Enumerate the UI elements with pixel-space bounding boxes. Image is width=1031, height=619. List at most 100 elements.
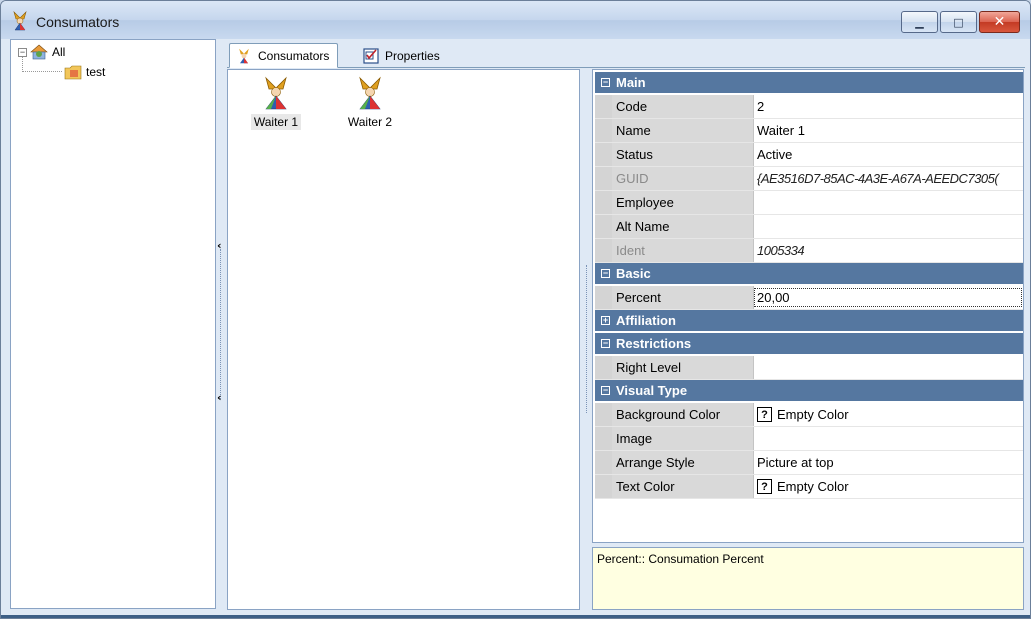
prop-right-level[interactable]: Right Level: [595, 356, 1023, 380]
prop-value: Empty Color: [777, 407, 849, 422]
prop-name-row[interactable]: Name Waiter 1: [595, 119, 1023, 143]
prop-value[interactable]: Waiter 1: [754, 119, 1023, 142]
collapse-icon[interactable]: −: [18, 47, 27, 57]
middle-splitter[interactable]: [582, 259, 592, 419]
property-description: Percent:: Consumation Percent: [592, 547, 1024, 610]
prop-name: Ident: [612, 239, 754, 262]
collapse-icon[interactable]: −: [601, 386, 610, 395]
home-group-icon: [30, 44, 48, 60]
prop-name: GUID: [612, 167, 754, 190]
consumator-icon: [239, 48, 249, 63]
collapse-left-icon[interactable]: ‹: [217, 391, 222, 404]
prop-arrange-style[interactable]: Arrange Style Picture at top: [595, 451, 1023, 475]
prop-value: {AE3516D7-85AC-4A3E-A67A-AEEDC7305(: [754, 167, 1023, 190]
tree-node-test[interactable]: test: [64, 63, 105, 81]
tree-node-label: test: [86, 65, 106, 79]
prop-ident[interactable]: Ident 1005334: [595, 239, 1023, 263]
prop-code[interactable]: Code 2: [595, 95, 1023, 119]
prop-guid[interactable]: GUID {AE3516D7-85AC-4A3E-A67A-AEEDC7305(: [595, 167, 1023, 191]
prop-value-cell[interactable]: ? Empty Color: [754, 475, 1023, 498]
category-label: Main: [616, 75, 646, 90]
prop-value[interactable]: 2: [754, 95, 1023, 118]
list-item[interactable]: Waiter 1: [247, 76, 305, 130]
description-text: Percent:: Consumation Percent: [597, 552, 764, 566]
maximize-icon: □: [953, 15, 964, 29]
prop-name: Right Level: [612, 356, 754, 379]
collapse-left-icon[interactable]: ‹: [217, 239, 222, 252]
category-restrictions[interactable]: − Restrictions: [595, 333, 1023, 355]
category-main[interactable]: − Main: [595, 72, 1023, 94]
list-item[interactable]: Waiter 2: [341, 76, 399, 130]
prop-employee[interactable]: Employee: [595, 191, 1023, 215]
minimize-button[interactable]: ▁: [901, 11, 938, 33]
collapse-icon[interactable]: −: [601, 269, 610, 278]
category-label: Visual Type: [616, 383, 688, 398]
collapse-icon[interactable]: −: [601, 78, 610, 87]
list-item-label: Waiter 2: [347, 115, 393, 129]
prop-value[interactable]: [754, 427, 1023, 450]
prop-status[interactable]: Status Active: [595, 143, 1023, 167]
left-splitter[interactable]: ‹ ‹: [216, 239, 226, 409]
category-visual-type[interactable]: − Visual Type: [595, 380, 1023, 402]
group-tree[interactable]: − All test: [10, 39, 216, 609]
prop-value[interactable]: Active: [754, 143, 1023, 166]
folder-icon: [64, 65, 82, 80]
property-grid[interactable]: − Main Code 2 Name Waiter 1 Status Activ…: [592, 69, 1024, 543]
category-label: Restrictions: [616, 336, 692, 351]
close-icon: ✕: [993, 14, 1006, 30]
waiter-icon: [265, 76, 287, 110]
prop-name: Percent: [612, 286, 754, 309]
prop-alt-name[interactable]: Alt Name: [595, 215, 1023, 239]
prop-name: Image: [612, 427, 754, 450]
client-area: − All test ‹ ‹ Consumators Properties Wa…: [8, 39, 1025, 611]
properties-icon: [363, 47, 379, 64]
prop-value: Empty Color: [777, 479, 849, 494]
consumator-icon: [13, 11, 27, 31]
prop-name: Name: [612, 119, 754, 142]
category-basic[interactable]: − Basic: [595, 263, 1023, 285]
list-item-label: Waiter 1: [250, 114, 302, 130]
tab-strip: Consumators Properties: [227, 40, 1025, 68]
minimize-icon: ▁: [915, 15, 924, 29]
app-window: Consumators ▁ □ ✕ − All test ‹ ‹ Consuma…: [0, 0, 1031, 619]
prop-value[interactable]: [754, 191, 1023, 214]
percent-input[interactable]: 20,00: [754, 288, 1022, 307]
waiter-icon: [359, 76, 381, 110]
prop-image[interactable]: Image: [595, 427, 1023, 451]
close-button[interactable]: ✕: [979, 11, 1020, 33]
prop-value[interactable]: Picture at top: [754, 451, 1023, 474]
prop-name: Background Color: [612, 403, 754, 426]
category-label: Affiliation: [616, 313, 676, 328]
prop-name: Code: [612, 95, 754, 118]
tab-consumators[interactable]: Consumators: [229, 43, 339, 68]
tree-node-label: All: [52, 45, 66, 59]
prop-name: Alt Name: [612, 215, 754, 238]
expand-icon[interactable]: +: [601, 316, 610, 325]
title-bar[interactable]: Consumators ▁ □ ✕: [1, 1, 1030, 39]
prop-name: Arrange Style: [612, 451, 754, 474]
color-swatch-icon: ?: [757, 479, 772, 494]
consumators-list[interactable]: Waiter 1 Waiter 2: [227, 69, 580, 610]
prop-background-color[interactable]: Background Color ? Empty Color: [595, 403, 1023, 427]
bottom-border: [1, 615, 1030, 618]
prop-name: Status: [612, 143, 754, 166]
prop-value[interactable]: [754, 215, 1023, 238]
prop-name: Employee: [612, 191, 754, 214]
prop-percent[interactable]: Percent 20,00: [595, 286, 1023, 310]
tab-label: Consumators: [258, 48, 330, 63]
prop-text-color[interactable]: Text Color ? Empty Color: [595, 475, 1023, 499]
category-affiliation[interactable]: + Affiliation: [595, 310, 1023, 332]
category-label: Basic: [616, 266, 651, 281]
tree-node-all[interactable]: − All: [18, 43, 65, 61]
tab-properties[interactable]: Properties: [357, 43, 448, 68]
prop-value-cell[interactable]: ? Empty Color: [754, 403, 1023, 426]
color-swatch-icon: ?: [757, 407, 772, 422]
window-controls: ▁ □ ✕: [901, 11, 1020, 33]
collapse-icon[interactable]: −: [601, 339, 610, 348]
window-title: Consumators: [36, 14, 120, 30]
maximize-button[interactable]: □: [940, 11, 977, 33]
prop-value[interactable]: [754, 356, 1023, 379]
tab-label: Properties: [385, 48, 440, 63]
prop-name: Text Color: [612, 475, 754, 498]
prop-value: 1005334: [754, 239, 1023, 262]
